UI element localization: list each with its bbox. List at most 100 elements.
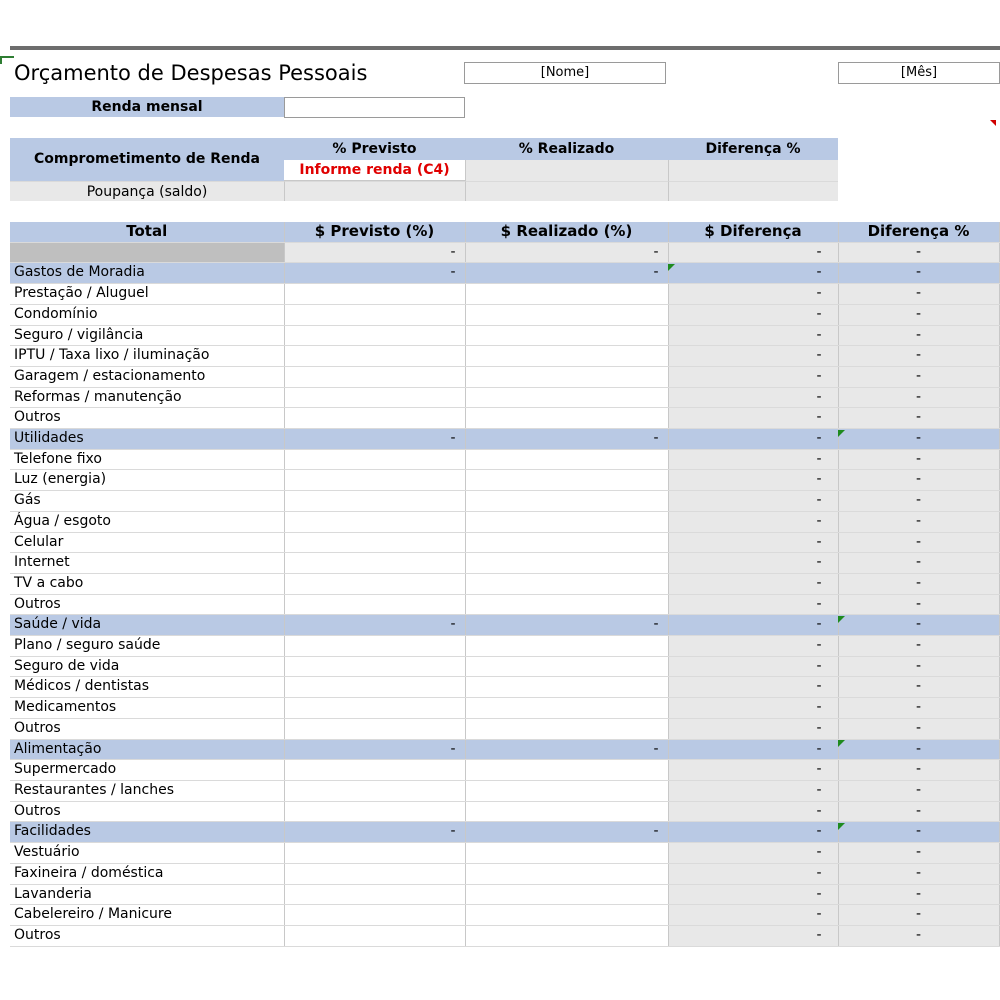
planned-cell[interactable] [284,387,466,409]
planned-cell[interactable] [284,469,466,492]
planned-cell[interactable] [284,283,466,305]
actual-cell[interactable] [465,532,669,554]
planned-cell[interactable] [284,863,466,885]
row-label: Reformas / manutenção [10,387,285,409]
difference-percent-cell: - [838,614,1000,637]
actual-cell[interactable] [465,490,669,512]
actual-cell[interactable] [465,697,669,719]
planned-cell[interactable] [284,801,466,823]
row-label: Outros [10,718,285,740]
actual-cell[interactable] [465,449,669,471]
commitment-label: Comprometimento de Renda [10,138,284,181]
difference-cell: - [668,449,839,471]
planned-cell[interactable] [284,759,466,781]
table-row: Seguro de vida - - [10,656,1000,678]
planned-cell[interactable] [284,884,466,906]
total-row: - - - - [10,242,1000,264]
difference-cell: - [668,842,839,864]
actual-cell[interactable] [465,718,669,740]
planned-cell[interactable] [284,449,466,471]
actual-cell: - [465,614,669,637]
note-indicator-icon [838,615,845,623]
planned-cell[interactable] [284,345,466,367]
planned-cell[interactable] [284,780,466,802]
actual-cell[interactable] [465,387,669,409]
planned-cell[interactable] [284,718,466,740]
difference-cell: - [668,676,839,699]
planned-cell[interactable] [284,635,466,657]
difference-cell: - [668,697,839,719]
planned-cell[interactable] [284,366,466,388]
difference-percent-cell: - [838,532,1000,554]
category-row: Gastos de Moradia - - - - [10,262,1000,285]
category-row: Utilidades - - - - [10,428,1000,450]
month-field[interactable]: [Mês] [838,62,1000,84]
commitment-diff-value [668,160,838,181]
name-field[interactable]: [Nome] [464,62,666,84]
table-row: Água / esgoto - - [10,511,1000,533]
planned-cell[interactable] [284,594,466,616]
note-indicator-icon [668,263,675,271]
planned-cell[interactable] [284,532,466,554]
planned-cell[interactable] [284,925,466,947]
difference-percent-cell: - [838,262,1000,285]
actual-cell[interactable] [465,884,669,906]
actual-cell[interactable] [465,635,669,657]
planned-cell[interactable] [284,304,466,326]
actual-cell[interactable] [465,573,669,595]
planned-cell[interactable] [284,676,466,699]
difference-cell: - [668,656,839,678]
commitment-col-diff: Diferença % [668,138,838,160]
actual-cell[interactable] [465,863,669,885]
table-row: Lavanderia - - [10,884,1000,906]
actual-cell[interactable] [465,801,669,823]
row-label: Internet [10,552,285,574]
table-row: Garagem / estacionamento - - [10,366,1000,388]
income-input[interactable] [284,97,465,118]
difference-percent-cell: - [838,366,1000,388]
planned-cell[interactable] [284,552,466,574]
actual-cell[interactable] [465,345,669,367]
difference-cell: - [668,387,839,409]
row-label: Água / esgoto [10,511,285,533]
difference-percent-cell: - [838,552,1000,574]
actual-cell[interactable] [465,304,669,326]
actual-cell[interactable] [465,407,669,430]
category-row: Saúde / vida - - - - [10,614,1000,637]
row-label: Celular [10,532,285,554]
planned-cell[interactable] [284,490,466,512]
cell-selection-marker [0,56,14,64]
actual-cell[interactable] [465,283,669,305]
planned-cell[interactable] [284,842,466,864]
actual-cell[interactable] [465,366,669,388]
planned-cell[interactable] [284,573,466,595]
actual-cell[interactable] [465,656,669,678]
commitment-actual-value [465,160,668,181]
difference-percent-cell: - [838,904,1000,926]
planned-cell[interactable] [284,407,466,430]
difference-cell: - [668,635,839,657]
actual-cell[interactable] [465,904,669,926]
difference-cell: - [668,884,839,906]
actual-cell[interactable] [465,676,669,699]
actual-cell[interactable] [465,325,669,347]
row-label: Plano / seguro saúde [10,635,285,657]
planned-cell[interactable] [284,697,466,719]
planned-cell[interactable] [284,511,466,533]
actual-cell[interactable] [465,594,669,616]
planned-cell: - [284,821,466,844]
planned-cell[interactable] [284,904,466,926]
difference-percent-cell: - [838,842,1000,864]
table-row: Outros - - [10,925,1000,947]
planned-cell[interactable] [284,656,466,678]
actual-cell[interactable] [465,780,669,802]
actual-cell[interactable] [465,925,669,947]
actual-cell[interactable] [465,469,669,492]
actual-cell[interactable] [465,552,669,574]
actual-cell[interactable] [465,842,669,864]
planned-cell[interactable] [284,325,466,347]
actual-cell[interactable] [465,759,669,781]
difference-cell: - [668,614,839,637]
comment-indicator-icon [990,120,996,126]
actual-cell[interactable] [465,511,669,533]
